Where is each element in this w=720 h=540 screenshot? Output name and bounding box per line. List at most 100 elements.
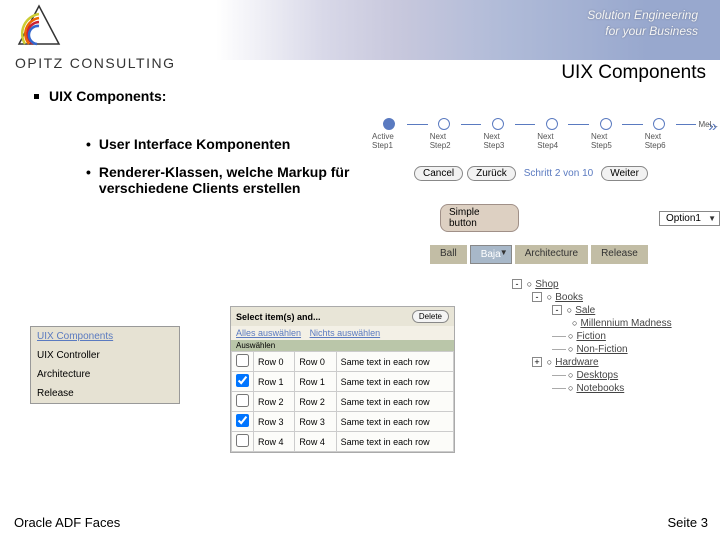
wizard-step[interactable]: Next Step3: [483, 118, 512, 150]
tree-label[interactable]: Millennium Madness: [580, 318, 671, 329]
wizard-step[interactable]: Active Step1: [372, 118, 405, 150]
table-row: Row 4Row 4Same text in each row: [232, 432, 454, 452]
step-circle-icon: [546, 118, 558, 130]
row-checkbox-cell: [232, 372, 254, 392]
tree-label[interactable]: Shop: [535, 279, 558, 290]
row-cell: Row 2: [254, 392, 295, 412]
back-button[interactable]: Zurück: [467, 166, 516, 181]
select-none-link[interactable]: Nichts auswählen: [310, 328, 381, 338]
step-circle-icon: [600, 118, 612, 130]
tree-label[interactable]: Sale: [575, 305, 595, 316]
row-cell: Row 4: [254, 432, 295, 452]
tree-bullet-icon: [547, 292, 555, 303]
table-row: Row 0Row 0Same text in each row: [232, 352, 454, 372]
table-widget: Select item(s) and... Delete Alles auswä…: [230, 306, 455, 453]
row-cell: Row 4: [295, 432, 336, 452]
dialog-nav: Cancel Zurück Schritt 2 von 10 Weiter: [414, 166, 648, 181]
tree-branch-icon: [552, 331, 568, 342]
tree-branch-icon: [552, 370, 568, 381]
wizard-connector: [515, 124, 536, 125]
expand-icon[interactable]: +: [532, 357, 542, 367]
logo-text-2: CONSULTING: [70, 55, 176, 71]
step-label: Next Step6: [645, 132, 674, 150]
tab-item[interactable]: Release: [591, 245, 648, 264]
sidebar-item[interactable]: UIX Controller: [31, 346, 179, 365]
tagline: Solution Engineering for your Business: [587, 8, 698, 39]
wizard-step[interactable]: Next Step4: [537, 118, 566, 150]
tree-node[interactable]: Non-Fiction: [512, 343, 672, 356]
expand-icon[interactable]: -: [532, 292, 542, 302]
bullet-dot-icon: [86, 136, 91, 152]
tree-label[interactable]: Hardware: [555, 357, 598, 368]
sidebar-item[interactable]: Architecture: [31, 365, 179, 384]
row-cell: Row 3: [254, 412, 295, 432]
logo-text: OPITZ CONSULTING: [15, 55, 175, 71]
wizard-connector: [568, 124, 589, 125]
row-checkbox[interactable]: [236, 374, 249, 387]
tree-node[interactable]: - Shop: [512, 278, 672, 291]
next-button[interactable]: Weiter: [601, 166, 648, 181]
row-cell: Same text in each row: [336, 432, 453, 452]
tree-bullet-icon: [547, 357, 555, 368]
footer-right: Seite 3: [668, 515, 708, 530]
row-checkbox-cell: [232, 392, 254, 412]
tree-bullet-icon: [567, 305, 575, 316]
wizard-step[interactable]: Next Step6: [645, 118, 674, 150]
logo-text-1: OPITZ: [15, 55, 64, 71]
tab-item[interactable]: Architecture: [515, 245, 588, 264]
wizard-step[interactable]: Next Step2: [430, 118, 459, 150]
header-banner: Solution Engineering for your Business: [0, 0, 720, 60]
table-row: Row 1Row 1Same text in each row: [232, 372, 454, 392]
step-circle-icon: [653, 118, 665, 130]
tree-label[interactable]: Books: [555, 292, 583, 303]
sidebar-item[interactable]: Release: [31, 384, 179, 403]
row-cell: Same text in each row: [336, 412, 453, 432]
row-checkbox[interactable]: [236, 414, 249, 427]
subtitle: UIX Components:: [34, 88, 680, 104]
row-checkbox[interactable]: [236, 394, 249, 407]
step-label: Next Step5: [591, 132, 620, 150]
wizard-step[interactable]: Next Step5: [591, 118, 620, 150]
tree-label[interactable]: Non-Fiction: [576, 344, 627, 355]
tree-branch-icon: [552, 383, 568, 394]
row-cell: Row 0: [295, 352, 336, 372]
wizard-step[interactable]: »Mel...: [698, 118, 718, 129]
row-cell: Row 3: [295, 412, 336, 432]
bullet-dot-icon: [86, 164, 91, 196]
tree-branch-icon: [552, 344, 568, 355]
tree-label[interactable]: Desktops: [576, 370, 618, 381]
tab-item[interactable]: Ball: [430, 245, 467, 264]
tree-node[interactable]: Desktops: [512, 369, 672, 382]
sidebar-item[interactable]: UIX Components: [31, 327, 179, 346]
tree-bullet-icon: [527, 279, 535, 290]
tagline-line1: Solution Engineering: [587, 8, 698, 24]
row-checkbox-cell: [232, 432, 254, 452]
row-checkbox[interactable]: [236, 434, 249, 447]
step-circle-icon: [438, 118, 450, 130]
cancel-button[interactable]: Cancel: [414, 166, 463, 181]
expand-icon[interactable]: -: [552, 305, 562, 315]
wizard-connector: [676, 124, 697, 125]
tree-node[interactable]: - Books: [512, 291, 672, 304]
logo-icon: [15, 2, 63, 50]
subtitle-text: UIX Components:: [49, 88, 166, 104]
select-all-link[interactable]: Alles auswählen: [236, 328, 301, 338]
wizard-connector: [461, 124, 482, 125]
tree-node[interactable]: + Hardware: [512, 356, 672, 369]
wizard-connector: [622, 124, 643, 125]
option-select[interactable]: Option1: [659, 211, 720, 226]
table-row: Row 2Row 2Same text in each row: [232, 392, 454, 412]
tagline-line2: for your Business: [587, 24, 698, 40]
expand-icon[interactable]: -: [512, 279, 522, 289]
tab-item[interactable]: Baja: [470, 245, 512, 264]
tree-node[interactable]: Millennium Madness: [512, 317, 672, 330]
tree-label[interactable]: Notebooks: [576, 383, 624, 394]
tree-node[interactable]: Fiction: [512, 330, 672, 343]
row-checkbox[interactable]: [236, 354, 249, 367]
simple-button[interactable]: Simple button: [440, 204, 519, 232]
tree-label[interactable]: Fiction: [576, 331, 605, 342]
tree-node[interactable]: - Sale: [512, 304, 672, 317]
step-label: Active Step1: [372, 132, 405, 150]
tree-node[interactable]: Notebooks: [512, 382, 672, 395]
delete-button[interactable]: Delete: [412, 310, 449, 323]
